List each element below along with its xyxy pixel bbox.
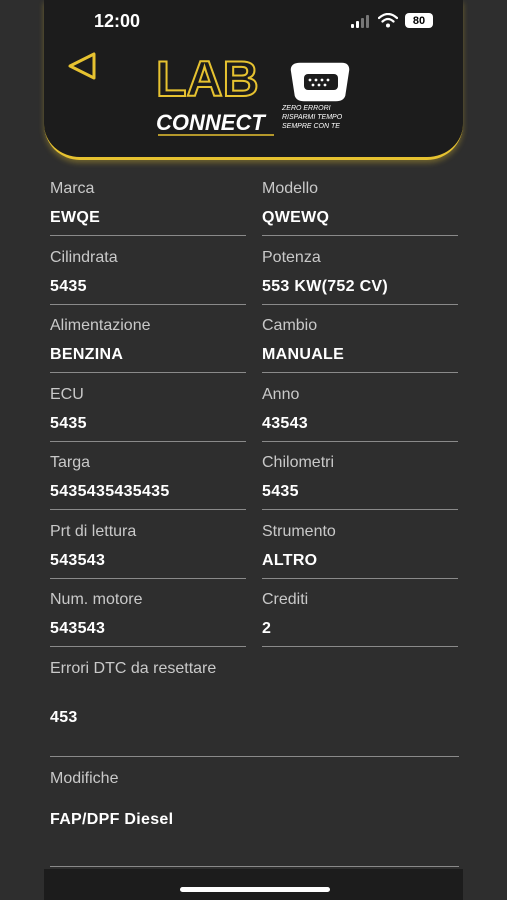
field-value: ALTRO — [262, 552, 318, 569]
field-label: Anno — [262, 386, 300, 403]
labconnect-logo: LAB CONNECT ZERO ERRORI RISPARMI TEMPO S… — [156, 52, 351, 136]
field-label: Potenza — [262, 249, 321, 266]
field-modello[interactable]: Modello QWEWQ — [262, 170, 458, 236]
field-num-motore[interactable]: Num. motore 543543 — [50, 581, 246, 647]
field-crediti[interactable]: Crediti 2 — [262, 581, 458, 647]
back-arrow-icon[interactable] — [64, 48, 100, 84]
status-bar: 12:00 80 — [44, 0, 463, 42]
home-indicator[interactable] — [180, 887, 330, 892]
field-chilometri[interactable]: Chilometri 5435 — [262, 444, 458, 510]
field-label: ECU — [50, 386, 84, 403]
field-label: Strumento — [262, 523, 336, 540]
field-label: Targa — [50, 454, 91, 471]
field-value: 543543 — [50, 552, 106, 569]
field-value: 543543 — [50, 620, 106, 637]
field-value: 5435 — [50, 415, 87, 432]
logo-tagline-3: SEMPRE CON TE — [282, 123, 340, 130]
field-cambio[interactable]: Cambio MANUALE — [262, 307, 458, 373]
field-anno[interactable]: Anno 43543 — [262, 376, 458, 442]
field-label: Prt di lettura — [50, 523, 137, 540]
cellular-signal-icon — [351, 14, 369, 28]
field-ecu[interactable]: ECU 5435 — [50, 376, 246, 442]
field-label: Num. motore — [50, 591, 143, 608]
field-value: BENZINA — [50, 346, 124, 363]
field-label: Modifiche — [50, 770, 119, 787]
field-label: Cilindrata — [50, 249, 118, 266]
field-marca[interactable]: Marca EWQE — [50, 170, 246, 236]
field-prt-di-lettura[interactable]: Prt di lettura 543543 — [50, 513, 246, 579]
field-label: Modello — [262, 180, 319, 197]
field-cilindrata[interactable]: Cilindrata 5435 — [50, 239, 246, 305]
battery-icon: 80 — [405, 13, 433, 28]
field-value: 2 — [262, 620, 272, 637]
field-label: Marca — [50, 180, 95, 197]
field-value: 553 KW(752 CV) — [262, 278, 389, 295]
field-label: Alimentazione — [50, 317, 151, 334]
field-value: FAP/DPF Diesel — [50, 811, 174, 828]
status-time: 12:00 — [94, 11, 141, 31]
field-label: Cambio — [262, 317, 318, 334]
field-label: Chilometri — [262, 454, 335, 471]
bottom-bar — [44, 869, 463, 900]
field-value: 43543 — [262, 415, 308, 432]
logo-connect-text: CONNECT — [156, 110, 266, 135]
field-label: Crediti — [262, 591, 309, 608]
obd-connector-icon — [289, 61, 351, 103]
field-value: 453 — [50, 709, 78, 726]
field-label: Errori DTC da resettare — [50, 660, 217, 677]
field-strumento[interactable]: Strumento ALTRO — [262, 513, 458, 579]
field-value: 5435435435435 — [50, 483, 170, 500]
field-alimentazione[interactable]: Alimentazione BENZINA — [50, 307, 246, 373]
field-value: 5435 — [262, 483, 299, 500]
field-modifiche[interactable]: Modifiche FAP/DPF Diesel — [50, 760, 459, 867]
field-value: EWQE — [50, 209, 101, 226]
field-potenza[interactable]: Potenza 553 KW(752 CV) — [262, 239, 458, 305]
logo-lab-text: LAB — [156, 52, 259, 107]
logo-tagline-2: RISPARMI TEMPO — [282, 114, 343, 121]
field-value: QWEWQ — [262, 209, 330, 226]
field-value: MANUALE — [262, 346, 345, 363]
field-value: 5435 — [50, 278, 87, 295]
field-errori-dtc[interactable]: Errori DTC da resettare 453 — [50, 650, 459, 757]
logo-tagline-1: ZERO ERRORI — [281, 105, 331, 112]
field-targa[interactable]: Targa 5435435435435 — [50, 444, 246, 510]
wifi-icon — [378, 13, 398, 28]
